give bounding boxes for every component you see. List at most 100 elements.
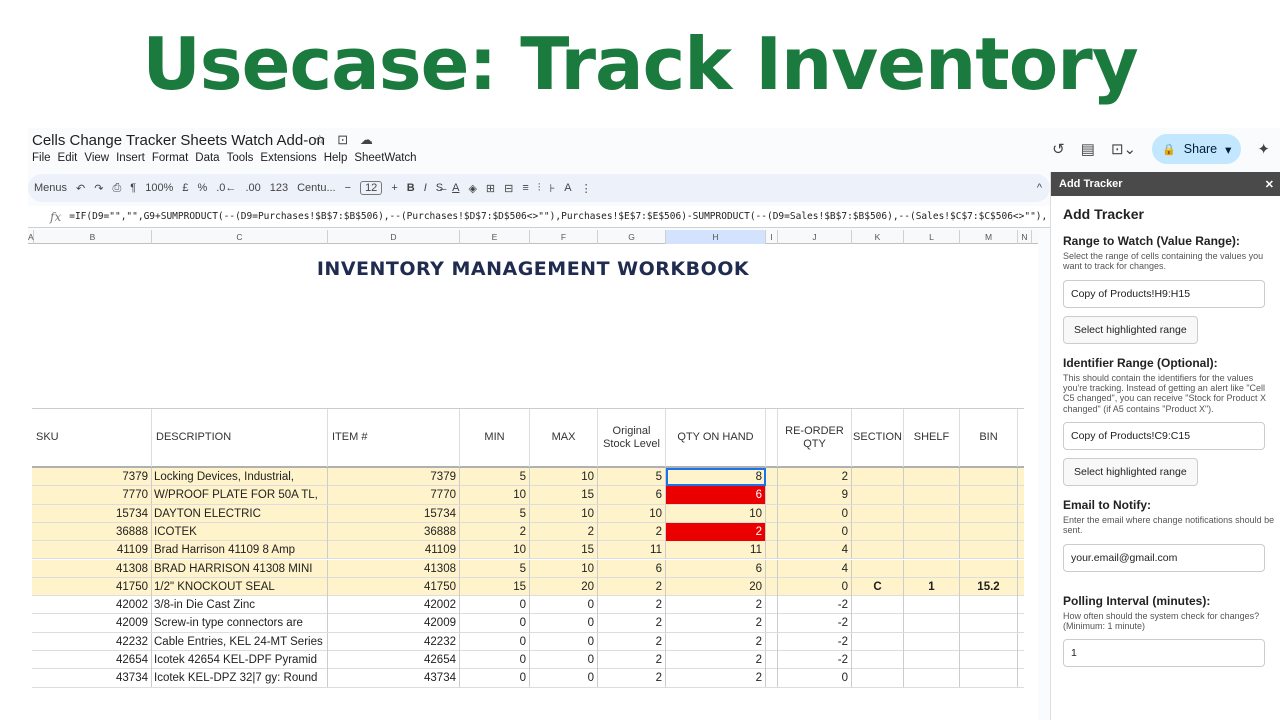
cell-description[interactable]: Brad Harrison 41109 8 Amp: [152, 541, 328, 560]
cell-max[interactable]: 0: [530, 596, 598, 615]
cell-section[interactable]: [852, 559, 904, 578]
cell-section[interactable]: [852, 504, 904, 523]
cell-sku[interactable]: 42002: [32, 596, 152, 615]
cell-shelf[interactable]: 1: [904, 577, 960, 596]
cell-shelf[interactable]: [904, 522, 960, 541]
menu-format[interactable]: Format: [152, 152, 188, 164]
cell-item[interactable]: 41109: [328, 541, 460, 560]
column-header[interactable]: F: [530, 230, 598, 244]
cell-reorder-qty[interactable]: 9: [778, 486, 852, 505]
cell-reorder-qty[interactable]: -2: [778, 632, 852, 651]
cell-description[interactable]: BRAD HARRISON 41308 MINI: [152, 559, 328, 578]
cell-min[interactable]: 0: [460, 596, 530, 615]
header-bin[interactable]: BIN: [960, 409, 1018, 467]
strikethrough-button[interactable]: S̶: [436, 182, 443, 194]
comments-icon[interactable]: ▤: [1081, 140, 1095, 158]
cell-original-stock[interactable]: 10: [598, 504, 666, 523]
cell-shelf[interactable]: [904, 669, 960, 688]
cell-max[interactable]: 0: [530, 632, 598, 651]
cell-min[interactable]: 5: [460, 559, 530, 578]
cell-item[interactable]: 42009: [328, 614, 460, 633]
table-row[interactable]: 7379 Locking Devices, Industrial, 7379 5 10 5…: [32, 468, 1024, 487]
formula-input[interactable]: =IF(D9="","",G9+SUMPRODUCT(--(D9=Purchas…: [69, 211, 1047, 222]
paint-format-icon[interactable]: ¶: [130, 182, 136, 194]
cell-shelf[interactable]: [904, 559, 960, 578]
column-header[interactable]: J: [778, 230, 852, 244]
cell-spacer[interactable]: [766, 504, 778, 523]
cell-spacer[interactable]: [766, 596, 778, 615]
header-shelf[interactable]: SHELF: [904, 409, 960, 467]
cell-qty-on-hand[interactable]: 6: [666, 486, 766, 505]
email-input[interactable]: your.email@gmail.com: [1063, 543, 1265, 572]
cell-spacer[interactable]: [766, 541, 778, 560]
cell-max[interactable]: 0: [530, 651, 598, 669]
header-max[interactable]: MAX: [530, 409, 598, 467]
cell-sku[interactable]: 41750: [32, 577, 152, 596]
header-qty-on-hand[interactable]: QTY ON HAND: [666, 409, 766, 467]
table-row[interactable]: 7770 W/PROOF PLATE FOR 50A TL, 7770 10 15 6 6 9: [32, 486, 1024, 505]
header-description[interactable]: DESCRIPTION: [152, 409, 328, 467]
cell-reorder-qty[interactable]: 2: [778, 468, 852, 486]
cell-description[interactable]: Icotek 42654 KEL-DPF Pyramid: [152, 651, 328, 669]
cell-section[interactable]: [852, 632, 904, 651]
font-select[interactable]: Centu...: [297, 182, 336, 194]
cell-original-stock[interactable]: 6: [598, 559, 666, 578]
cell-reorder-qty[interactable]: -2: [778, 651, 852, 669]
cell-min[interactable]: 0: [460, 632, 530, 651]
cell-section[interactable]: [852, 522, 904, 541]
text-color-button[interactable]: A: [452, 182, 459, 194]
column-header[interactable]: I: [766, 230, 778, 244]
text-rotation-icon[interactable]: A: [564, 182, 571, 194]
cell-max[interactable]: 10: [530, 504, 598, 523]
cell-reorder-qty[interactable]: 0: [778, 577, 852, 596]
cell-section[interactable]: [852, 669, 904, 688]
table-row[interactable]: 36888 ICOTEK 36888 2 2 2 2 0: [32, 522, 1024, 542]
cell-min[interactable]: 5: [460, 504, 530, 523]
cell-description[interactable]: W/PROOF PLATE FOR 50A TL,: [152, 486, 328, 505]
menu-tools[interactable]: Tools: [227, 152, 254, 164]
increase-decimal-button[interactable]: .00: [245, 182, 260, 194]
cell-reorder-qty[interactable]: 0: [778, 504, 852, 523]
cell-qty-on-hand[interactable]: 2: [666, 596, 766, 615]
cell-spacer[interactable]: [766, 632, 778, 651]
sheet-grid[interactable]: A B C D E F G H I J K L M N INVENTORY MA…: [28, 230, 1038, 720]
cell-original-stock[interactable]: 2: [598, 651, 666, 669]
undo-icon[interactable]: ↶: [76, 182, 85, 195]
select-range-button[interactable]: Select highlighted range: [1063, 315, 1198, 344]
cell-sku[interactable]: 7379: [32, 468, 152, 486]
cell-bin[interactable]: [960, 651, 1018, 669]
cell-shelf[interactable]: [904, 541, 960, 560]
cell-item[interactable]: 41308: [328, 559, 460, 578]
cell-original-stock[interactable]: 2: [598, 669, 666, 688]
cell-min[interactable]: 0: [460, 669, 530, 688]
cell-spacer[interactable]: [766, 468, 778, 486]
cell-section[interactable]: [852, 486, 904, 505]
cell-shelf[interactable]: [904, 651, 960, 669]
font-size-increase[interactable]: +: [391, 182, 397, 194]
cell-section[interactable]: [852, 651, 904, 669]
menu-insert[interactable]: Insert: [116, 152, 145, 164]
cell-original-stock[interactable]: 2: [598, 577, 666, 596]
cell-qty-on-hand[interactable]: 2: [666, 669, 766, 688]
cell-qty-on-hand[interactable]: 2: [666, 651, 766, 669]
cell-qty-on-hand[interactable]: 11: [666, 541, 766, 560]
cell-reorder-qty[interactable]: 0: [778, 522, 852, 541]
column-header[interactable]: M: [960, 230, 1018, 244]
menu-sheetwatch[interactable]: SheetWatch: [354, 152, 416, 164]
cell-shelf[interactable]: [904, 504, 960, 523]
cell-spacer[interactable]: [766, 577, 778, 596]
collapse-toolbar-icon[interactable]: ^: [1037, 182, 1042, 194]
cell-min[interactable]: 0: [460, 651, 530, 669]
cell-bin[interactable]: [960, 486, 1018, 505]
cell-item[interactable]: 7770: [328, 486, 460, 505]
header-section[interactable]: SECTION: [852, 409, 904, 467]
cell-description[interactable]: Locking Devices, Industrial,: [152, 468, 328, 486]
share-button[interactable]: 🔒 Share ▾: [1152, 134, 1242, 164]
cell-item[interactable]: 7379: [328, 468, 460, 486]
cell-qty-on-hand[interactable]: 6: [666, 559, 766, 578]
cell-item[interactable]: 15734: [328, 504, 460, 523]
cell-bin[interactable]: [960, 596, 1018, 615]
menu-help[interactable]: Help: [324, 152, 348, 164]
cell-description[interactable]: Cable Entries, KEL 24-MT Series: [152, 632, 328, 651]
cell-bin[interactable]: [960, 522, 1018, 541]
